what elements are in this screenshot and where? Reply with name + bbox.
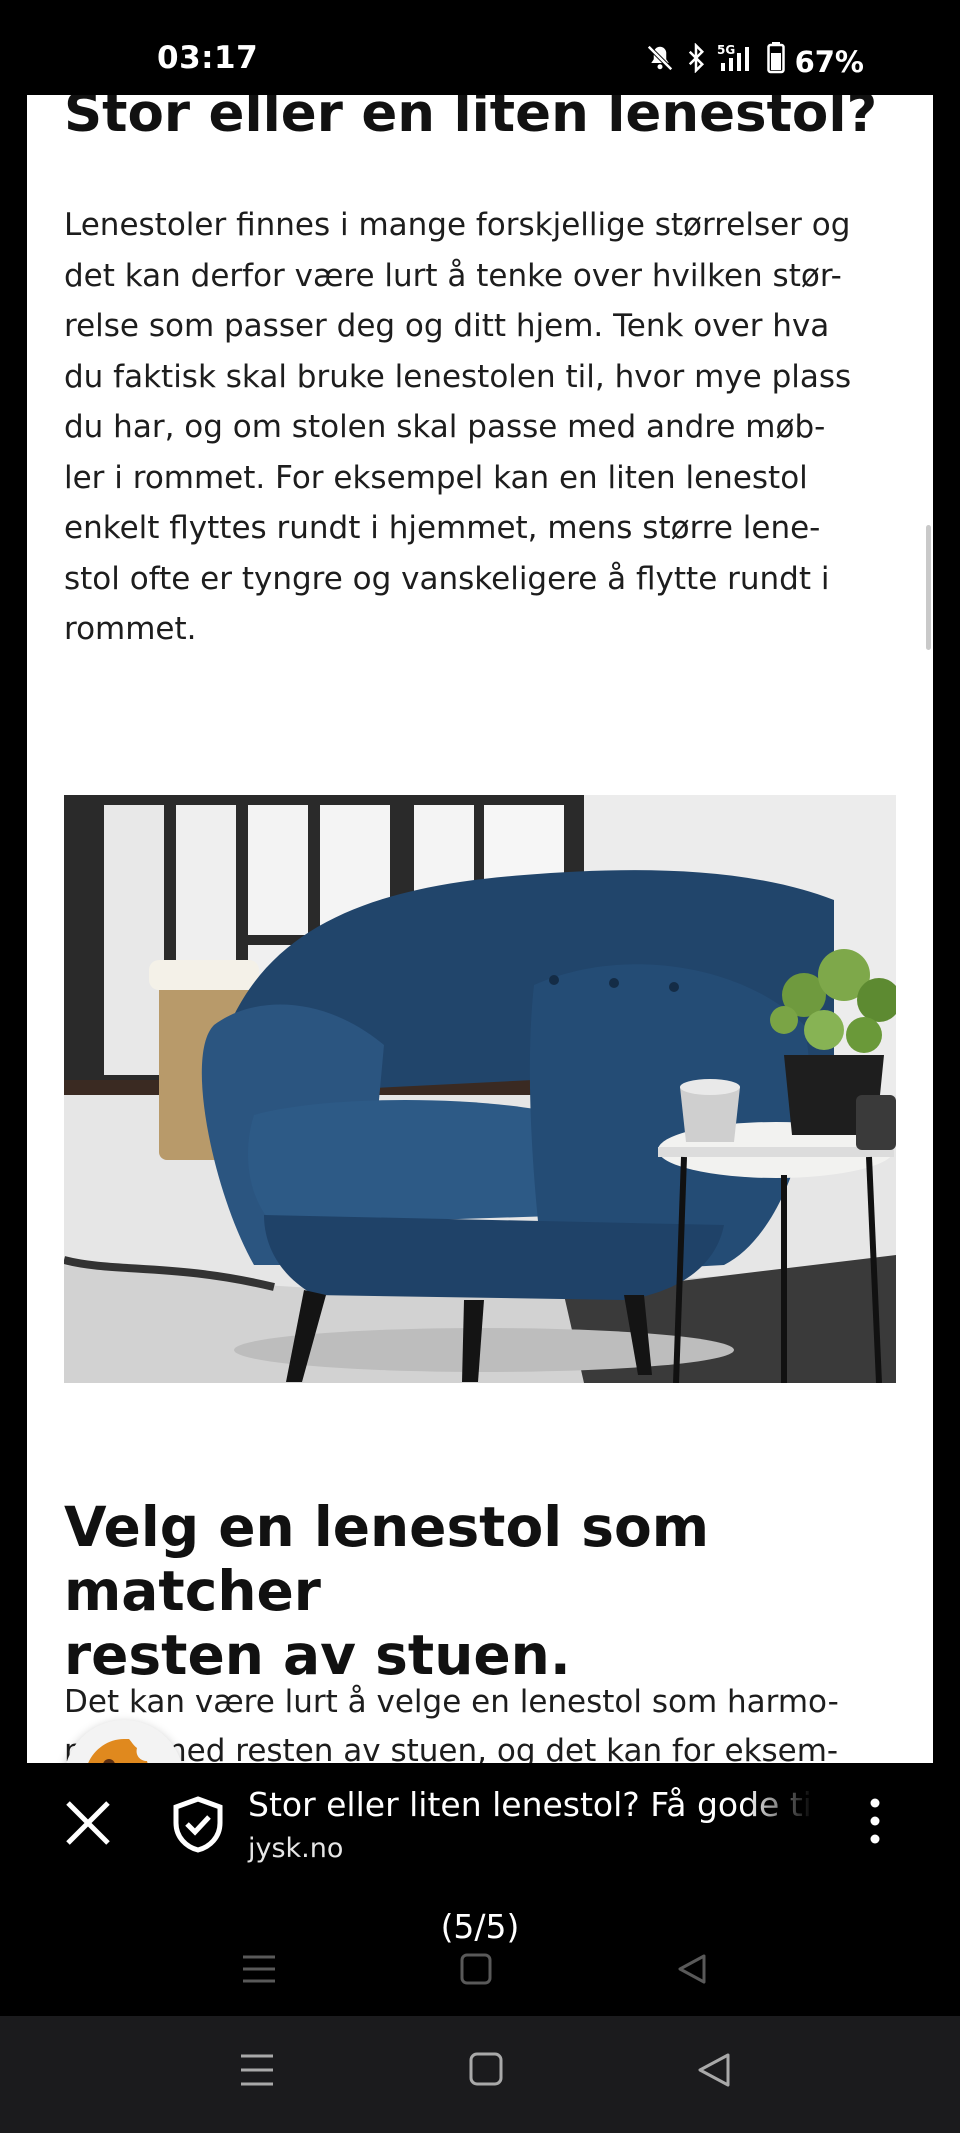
tab-page-title: Stor eller liten lenestol? Få gode tips	[248, 1785, 813, 1824]
back-button[interactable]	[696, 2051, 732, 2093]
cookie-icon	[81, 1735, 167, 1763]
tab-domain: jysk.no	[248, 1833, 344, 1864]
back-icon	[698, 2053, 730, 2087]
more-options-button[interactable]	[860, 1791, 890, 1851]
home-icon	[469, 2052, 503, 2086]
status-icons: 5G 67%	[645, 42, 864, 81]
page-counter: (5/5)	[440, 1907, 520, 1946]
status-bar: 03:17 5G 67%	[0, 0, 960, 95]
home-button[interactable]	[469, 2051, 503, 2091]
close-icon	[58, 1801, 118, 1857]
menu-icon	[241, 2054, 273, 2086]
armchair-photo	[64, 795, 896, 1383]
paragraph-match: Det kan være lurt å velge en lenestol so…	[64, 1684, 839, 1763]
recent-apps-button[interactable]	[239, 2051, 275, 2093]
paragraph-size: Lenestoler finnes i mange forskjellige s…	[64, 207, 852, 647]
svg-text:5G: 5G	[717, 43, 735, 57]
close-button[interactable]	[58, 1793, 118, 1853]
system-navigation-bar	[0, 2016, 960, 2133]
screenshot-preview-area: (5/5)	[0, 1883, 960, 2016]
section-heading-match: Velg en lenestol som matcher resten av s…	[64, 1495, 710, 1687]
shield-check-icon	[170, 1796, 226, 1857]
ghost-home-icon	[460, 1953, 492, 1989]
bluetooth-icon	[685, 42, 707, 80]
battery-icon	[766, 42, 785, 81]
signal-icon: 5G	[717, 43, 757, 80]
ghost-back-icon	[676, 1953, 708, 1989]
page-scrollbar[interactable]	[926, 525, 931, 650]
site-security-button[interactable]	[170, 1795, 226, 1853]
more-vert-icon	[860, 1798, 890, 1855]
bell-muted-icon	[645, 43, 675, 80]
section-heading-size: Stor eller en liten lenestol?	[64, 95, 878, 144]
battery-percent: 67%	[794, 44, 864, 79]
custom-tab-bar: Stor eller liten lenestol? Få gode tips …	[0, 1763, 960, 1883]
ghost-menu-icon	[241, 1953, 277, 1989]
status-time: 03:17	[157, 40, 259, 76]
web-page-content[interactable]: Stor eller en liten lenestol? Lenestoler…	[27, 95, 933, 1763]
